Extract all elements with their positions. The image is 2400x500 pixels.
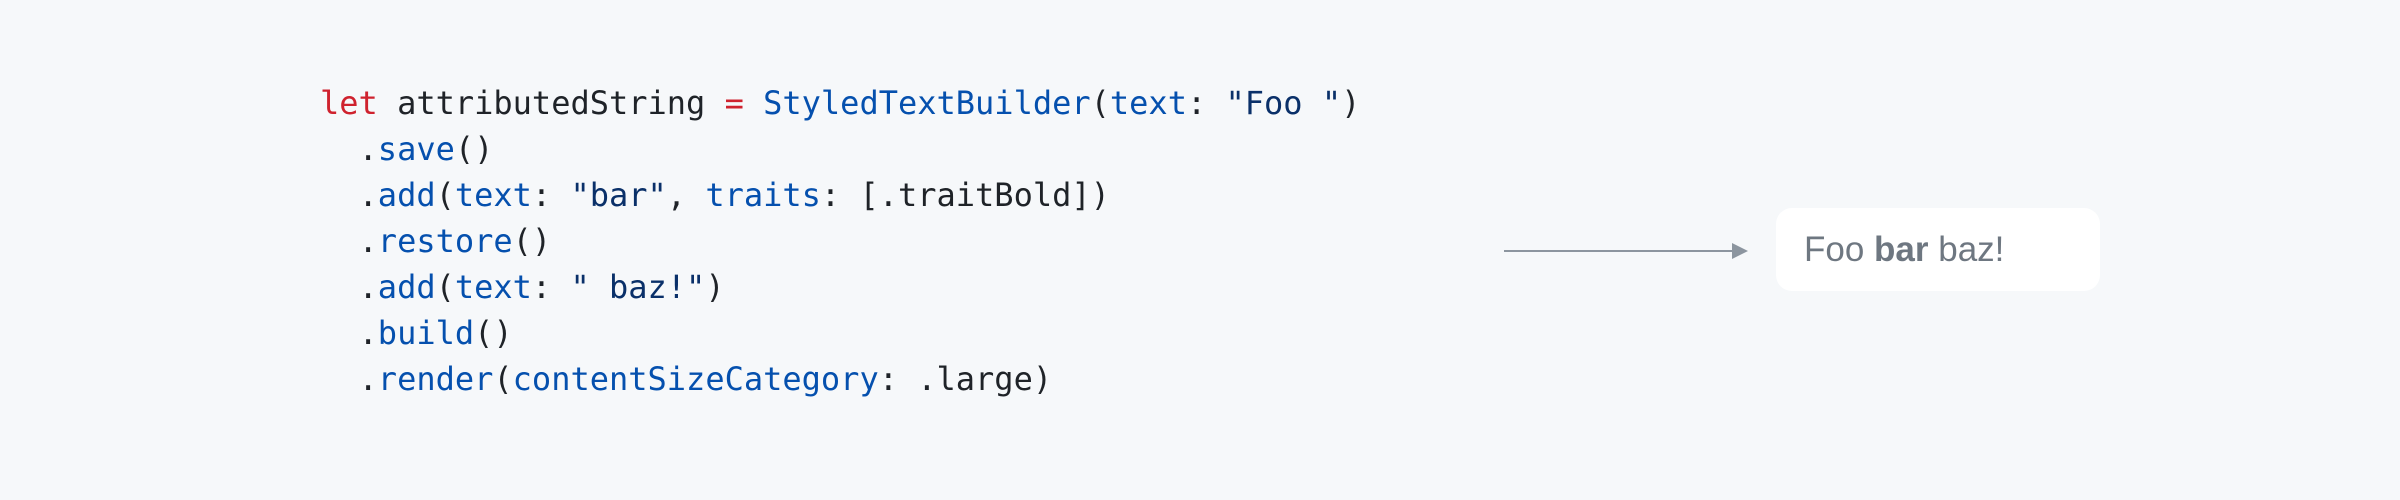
result-text-regular-end: baz! — [1928, 229, 2005, 269]
paren-open: ( — [435, 268, 455, 306]
call-parens: () — [512, 222, 552, 260]
method-add: add — [377, 176, 436, 214]
param-label: text — [454, 176, 532, 214]
method-save: save — [377, 130, 455, 168]
param-label: text — [454, 268, 532, 306]
dot: . — [320, 222, 378, 260]
comma: , — [666, 176, 706, 214]
call-parens: () — [454, 130, 494, 168]
code-line-5: .add(text: " baz!") — [320, 264, 1360, 310]
colon: : — [531, 268, 571, 306]
paren-open: ( — [435, 176, 455, 214]
paren-open: ( — [493, 360, 513, 398]
paren-close: ) — [1341, 84, 1361, 122]
string-literal: "bar" — [570, 176, 667, 214]
string-literal: "Foo " — [1225, 84, 1342, 122]
render-argument: : .large) — [878, 360, 1053, 398]
code-line-2: .save() — [320, 126, 1360, 172]
traits-value: : [.traitBold]) — [820, 176, 1110, 214]
dot: . — [320, 314, 378, 352]
type-name: StyledTextBuilder — [763, 84, 1091, 122]
param-label: contentSizeCategory — [512, 360, 879, 398]
param-label: text — [1109, 84, 1187, 122]
assign-operator: = — [724, 84, 744, 122]
colon: : — [1186, 84, 1226, 122]
rendered-result-card: Foo bar baz! — [1776, 208, 2100, 291]
call-parens: () — [474, 314, 513, 352]
method-build: build — [377, 314, 475, 352]
dot: . — [320, 268, 378, 306]
variable-name: attributedString — [377, 84, 725, 122]
dot: . — [320, 176, 378, 214]
method-add: add — [377, 268, 436, 306]
method-restore: restore — [377, 222, 513, 260]
param-label: traits — [705, 176, 821, 214]
result-text-regular: Foo — [1804, 229, 1875, 269]
dot: . — [320, 360, 378, 398]
colon: : — [531, 176, 571, 214]
code-block: let attributedString = StyledTextBuilder… — [320, 80, 1360, 402]
keyword-let: let — [320, 84, 378, 122]
code-line-7: .render(contentSizeCategory: .large) — [320, 356, 1360, 402]
arrow-right-icon — [1504, 243, 1748, 259]
result-text-bold: bar — [1874, 229, 1929, 269]
canvas: let attributedString = StyledTextBuilder… — [0, 0, 2400, 500]
string-literal: " baz!" — [570, 268, 706, 306]
code-line-3: .add(text: "bar", traits: [.traitBold]) — [320, 172, 1360, 218]
dot: . — [320, 130, 378, 168]
code-line-4: .restore() — [320, 218, 1360, 264]
paren-close: ) — [705, 268, 725, 306]
code-line-1: let attributedString = StyledTextBuilder… — [320, 80, 1360, 126]
code-line-6: .build() — [320, 310, 1360, 356]
paren-open: ( — [1090, 84, 1110, 122]
method-render: render — [377, 360, 494, 398]
